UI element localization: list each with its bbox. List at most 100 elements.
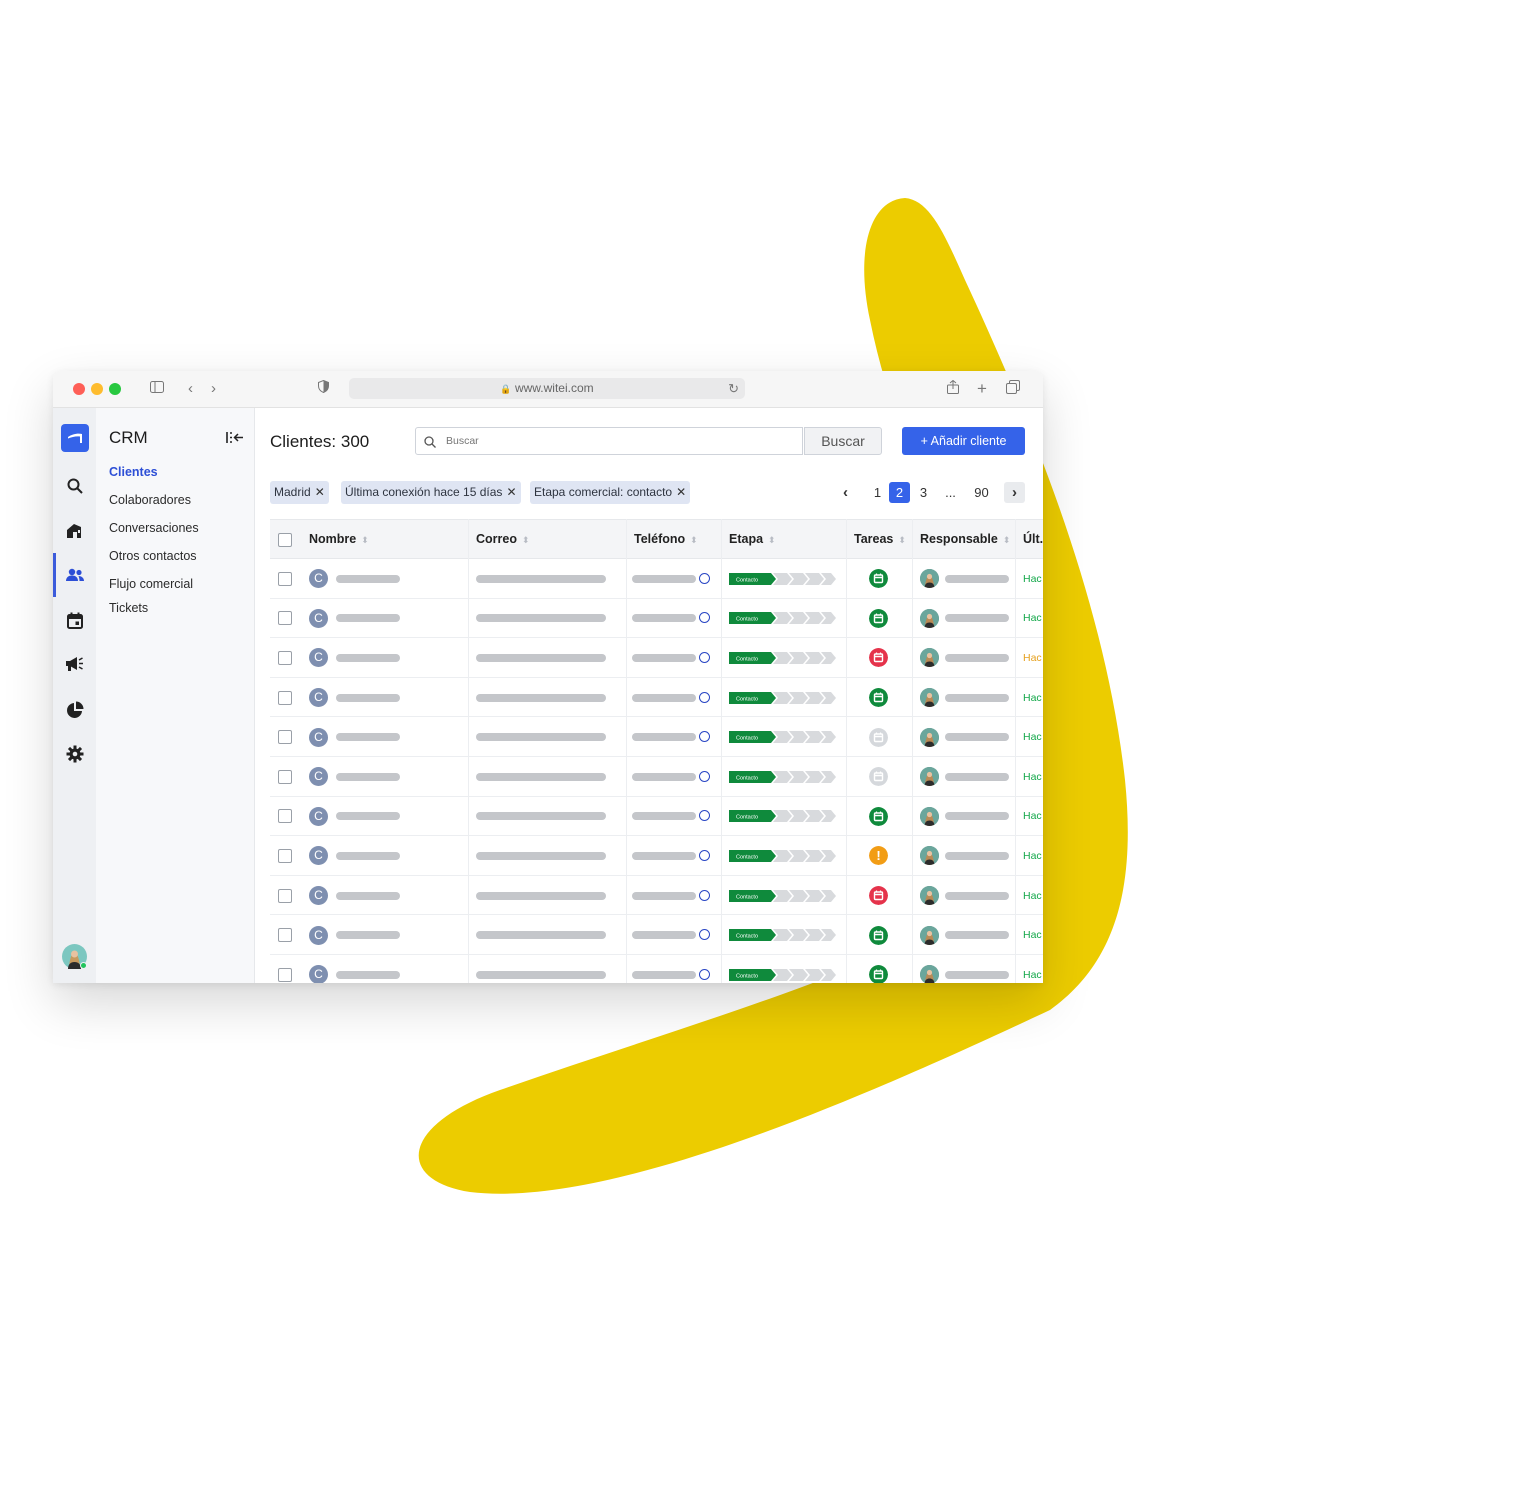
whatsapp-icon[interactable] <box>699 770 710 782</box>
row-checkbox[interactable] <box>278 690 292 705</box>
client-name-placeholder[interactable] <box>336 772 400 781</box>
task-status-icon[interactable] <box>869 608 888 628</box>
column-nombre[interactable]: Nombre ⬍ <box>309 520 369 559</box>
responsible-name-placeholder[interactable] <box>945 574 1009 583</box>
table-row[interactable]: C Contacto! Hac <box>270 836 1043 876</box>
phone-placeholder[interactable] <box>632 851 696 860</box>
phone-placeholder[interactable] <box>632 970 696 979</box>
task-status-icon[interactable] <box>869 925 888 945</box>
phone-placeholder[interactable] <box>632 891 696 900</box>
remove-filter-icon[interactable]: ✕ <box>676 485 686 499</box>
whatsapp-icon[interactable] <box>699 889 710 901</box>
email-placeholder[interactable] <box>476 574 606 583</box>
sidebar-toggle-icon[interactable] <box>150 380 164 398</box>
pie-chart-icon[interactable] <box>53 696 96 724</box>
whatsapp-icon[interactable] <box>699 849 710 861</box>
row-checkbox[interactable] <box>278 967 292 982</box>
crm-item-conversaciones[interactable]: Conversaciones <box>109 521 199 535</box>
table-row[interactable]: C Contacto Hac <box>270 915 1043 955</box>
table-row[interactable]: C Contacto Hac <box>270 876 1043 916</box>
client-name-placeholder[interactable] <box>336 614 400 623</box>
task-status-icon[interactable] <box>869 688 888 708</box>
forward-icon[interactable]: › <box>211 380 216 398</box>
search-button[interactable]: Buscar <box>804 427 882 455</box>
minimize-window-button[interactable] <box>91 383 103 395</box>
row-checkbox[interactable] <box>278 888 292 903</box>
remove-filter-icon[interactable]: ✕ <box>315 485 325 499</box>
whatsapp-icon[interactable] <box>699 691 710 703</box>
table-row[interactable]: C Contacto Hac <box>270 797 1043 837</box>
table-row[interactable]: C Contacto Hac <box>270 638 1043 678</box>
crm-item-tickets[interactable]: Tickets <box>109 601 148 615</box>
client-name-placeholder[interactable] <box>336 891 400 900</box>
filter-chip-madrid[interactable]: Madrid ✕ <box>270 481 329 504</box>
reload-icon[interactable]: ↻ <box>728 378 739 399</box>
select-all-checkbox[interactable] <box>278 533 292 547</box>
phone-placeholder[interactable] <box>632 693 696 702</box>
responsible-name-placeholder[interactable] <box>945 733 1009 742</box>
crm-item-colaboradores[interactable]: Colaboradores <box>109 493 191 507</box>
phone-placeholder[interactable] <box>632 931 696 940</box>
client-name-placeholder[interactable] <box>336 574 400 583</box>
row-checkbox[interactable] <box>278 928 292 943</box>
users-icon[interactable] <box>53 561 96 589</box>
whatsapp-icon[interactable] <box>699 651 710 663</box>
task-status-icon[interactable] <box>869 648 888 668</box>
row-checkbox[interactable] <box>278 571 292 586</box>
table-row[interactable]: C Contacto Hac <box>270 678 1043 718</box>
phone-placeholder[interactable] <box>632 733 696 742</box>
calendar-icon[interactable] <box>53 606 96 634</box>
address-bar[interactable]: 🔒 www.witei.com ↻ <box>349 378 745 399</box>
megaphone-icon[interactable] <box>53 650 96 678</box>
gear-icon[interactable] <box>53 740 96 768</box>
crm-item-clientes[interactable]: Clientes <box>109 465 158 479</box>
client-name-placeholder[interactable] <box>336 653 400 662</box>
table-row[interactable]: C Contacto Hac <box>270 599 1043 639</box>
shield-icon[interactable] <box>318 379 329 398</box>
table-row[interactable]: C Contacto Hac <box>270 757 1043 797</box>
tabs-overview-icon[interactable] <box>1006 380 1020 399</box>
email-placeholder[interactable] <box>476 733 606 742</box>
task-status-icon[interactable] <box>869 727 888 747</box>
table-row[interactable]: C Contacto Hac <box>270 559 1043 599</box>
page-90[interactable]: 90 <box>969 482 994 503</box>
zoom-window-button[interactable] <box>109 383 121 395</box>
task-status-icon[interactable] <box>869 767 888 787</box>
email-placeholder[interactable] <box>476 614 606 623</box>
back-icon[interactable]: ‹ <box>188 380 193 398</box>
phone-placeholder[interactable] <box>632 574 696 583</box>
whatsapp-icon[interactable] <box>699 810 710 822</box>
task-status-icon[interactable] <box>869 806 888 826</box>
client-name-placeholder[interactable] <box>336 931 400 940</box>
column-responsable[interactable]: Responsable ⬍ <box>920 520 1010 559</box>
email-placeholder[interactable] <box>476 851 606 860</box>
whatsapp-icon[interactable] <box>699 731 710 743</box>
responsible-name-placeholder[interactable] <box>945 772 1009 781</box>
whatsapp-icon[interactable] <box>699 929 710 941</box>
responsible-name-placeholder[interactable] <box>945 614 1009 623</box>
next-page-icon[interactable]: › <box>1004 482 1025 503</box>
responsible-name-placeholder[interactable] <box>945 693 1009 702</box>
remove-filter-icon[interactable]: ✕ <box>506 485 516 499</box>
row-checkbox[interactable] <box>278 769 292 784</box>
task-status-icon[interactable] <box>869 965 888 983</box>
collapse-sidebar-icon[interactable] <box>226 431 244 449</box>
search-input[interactable] <box>444 434 788 448</box>
client-name-placeholder[interactable] <box>336 733 400 742</box>
email-placeholder[interactable] <box>476 653 606 662</box>
row-checkbox[interactable] <box>278 650 292 665</box>
new-tab-icon[interactable]: + <box>977 380 987 398</box>
page-3[interactable]: 3 <box>913 482 934 503</box>
responsible-name-placeholder[interactable] <box>945 891 1009 900</box>
whatsapp-icon[interactable] <box>699 572 710 584</box>
close-window-button[interactable] <box>73 383 85 395</box>
responsible-name-placeholder[interactable] <box>945 970 1009 979</box>
client-name-placeholder[interactable] <box>336 970 400 979</box>
task-status-icon[interactable] <box>869 569 888 589</box>
brand-logo-icon[interactable] <box>53 424 96 452</box>
home-icon[interactable] <box>53 517 96 545</box>
user-avatar[interactable] <box>62 944 87 969</box>
responsible-name-placeholder[interactable] <box>945 931 1009 940</box>
share-icon[interactable] <box>947 379 959 399</box>
phone-placeholder[interactable] <box>632 614 696 623</box>
